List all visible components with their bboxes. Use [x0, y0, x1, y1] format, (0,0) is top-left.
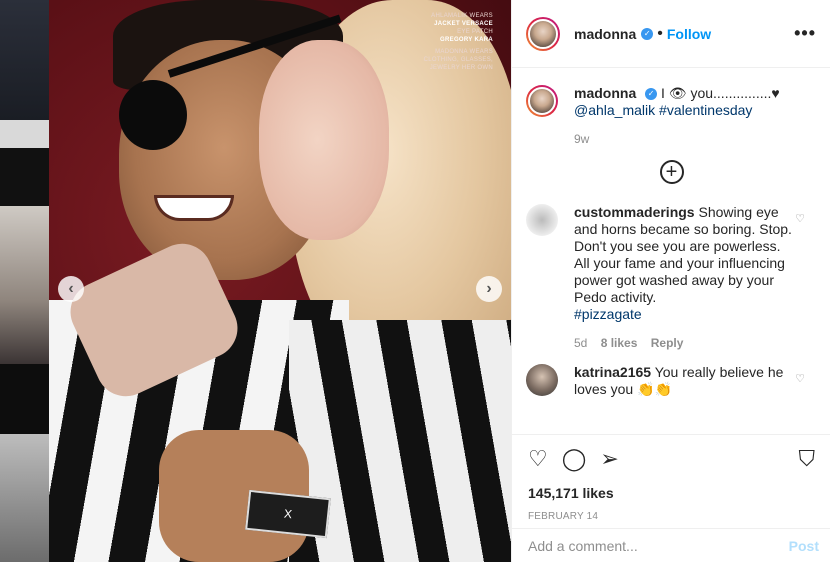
load-more-comments-icon[interactable]: + — [659, 160, 684, 184]
comment-username[interactable]: katrina2165 — [574, 364, 651, 380]
header-username[interactable]: madonna — [574, 26, 636, 42]
comment-likes[interactable]: 8 likes — [601, 336, 638, 350]
credits-line: AHLAMALIK WEARS — [431, 13, 493, 19]
next-photo-button[interactable]: › — [476, 276, 502, 302]
photo-figure — [119, 80, 187, 150]
avatar[interactable] — [526, 16, 560, 51]
like-heart-icon[interactable]: ♡ — [528, 446, 548, 472]
credits-line: CLOTHING, GLASSES, — [423, 57, 493, 63]
comment-row: custommaderings Showing eye and horns be… — [526, 204, 817, 352]
avatar[interactable] — [526, 364, 558, 396]
reply-button[interactable]: Reply — [651, 336, 684, 350]
credits-line: EYE PATCH — [457, 29, 493, 35]
post-photo[interactable]: X AHLAMALIK WEARS JACKET VERSACE EYE PAT… — [49, 0, 511, 562]
caption-age: 9w — [574, 132, 590, 146]
post-header: madonna ✓ • Follow ••• — [512, 0, 830, 68]
caption-text: madonna ✓ I 👁 you...............♥ @ahla_… — [574, 85, 796, 148]
separator-dot: • — [657, 24, 663, 42]
credits-line: MADONNA WEARS — [435, 49, 493, 55]
avatar[interactable] — [526, 204, 558, 236]
verified-badge-icon: ✓ — [641, 27, 654, 40]
background-thumbnail — [0, 364, 49, 434]
background-thumbnail — [0, 0, 49, 120]
bookmark-icon[interactable]: ⛉ — [798, 446, 815, 472]
likes-count[interactable]: 145,171 likes — [528, 485, 815, 501]
comment-meta: 5d 8 likes Reply — [574, 335, 796, 352]
previous-photo-button[interactable]: ‹ — [58, 276, 84, 302]
comment-row: katrina2165 You really believe he loves … — [526, 364, 817, 398]
hashtag-link[interactable]: #valentinesday — [659, 102, 752, 118]
post-side-panel: madonna ✓ • Follow ••• madonna ✓ I 👁 you… — [511, 0, 830, 562]
photo-credits: AHLAMALIK WEARS JACKET VERSACE EYE PATCH… — [373, 12, 493, 72]
comment-age: 5d — [574, 336, 588, 350]
background-thumbnail — [0, 120, 49, 148]
comment-text: katrina2165 You really believe he loves … — [574, 364, 796, 398]
comment-bubble-icon[interactable]: ◯ — [562, 446, 587, 472]
photo-tag-text: X — [245, 489, 331, 539]
caption-body: I 👁 you...............♥ — [661, 85, 780, 101]
avatar[interactable] — [526, 85, 558, 117]
like-comment-heart-icon[interactable]: ♡ — [795, 372, 805, 385]
mention-link[interactable]: @ahla_malik — [574, 102, 655, 118]
credits-line: JACKET VERSACE — [434, 21, 493, 27]
verified-badge-icon: ✓ — [645, 88, 658, 101]
comment-username[interactable]: custommaderings — [574, 204, 695, 220]
caption-row: madonna ✓ I 👁 you...............♥ @ahla_… — [526, 85, 817, 148]
add-comment-input[interactable]: Add a comment... — [528, 538, 638, 554]
background-thumbnail — [0, 148, 49, 206]
post-comment-button[interactable]: Post — [789, 538, 819, 554]
post-date: FEBRUARY 14 — [528, 511, 599, 522]
comment-text: custommaderings Showing eye and horns be… — [574, 204, 796, 352]
background-thumbnail — [0, 434, 49, 562]
credits-line: GREGORY KARA — [440, 37, 493, 43]
follow-button[interactable]: Follow — [667, 26, 711, 42]
more-options-icon[interactable]: ••• — [794, 23, 816, 44]
background-feed-strip — [0, 0, 49, 562]
comments-list: madonna ✓ I 👁 you...............♥ @ahla_… — [512, 69, 830, 434]
share-paper-plane-icon[interactable]: ➢ — [600, 446, 618, 472]
credits-line: JEWELRY HER OWN — [429, 65, 493, 71]
add-comment-bar: Add a comment... Post — [512, 528, 830, 562]
action-icons: ♡ ◯ ➢ ⛉ — [528, 445, 815, 473]
like-comment-heart-icon[interactable]: ♡ — [795, 212, 805, 225]
post-actions: ♡ ◯ ➢ ⛉ 145,171 likes FEBRUARY 14 — [512, 434, 830, 522]
caption-username[interactable]: madonna — [574, 85, 636, 101]
hashtag-link[interactable]: #pizzagate — [574, 306, 642, 322]
photo-figure — [259, 40, 389, 240]
background-thumbnail — [0, 206, 49, 364]
